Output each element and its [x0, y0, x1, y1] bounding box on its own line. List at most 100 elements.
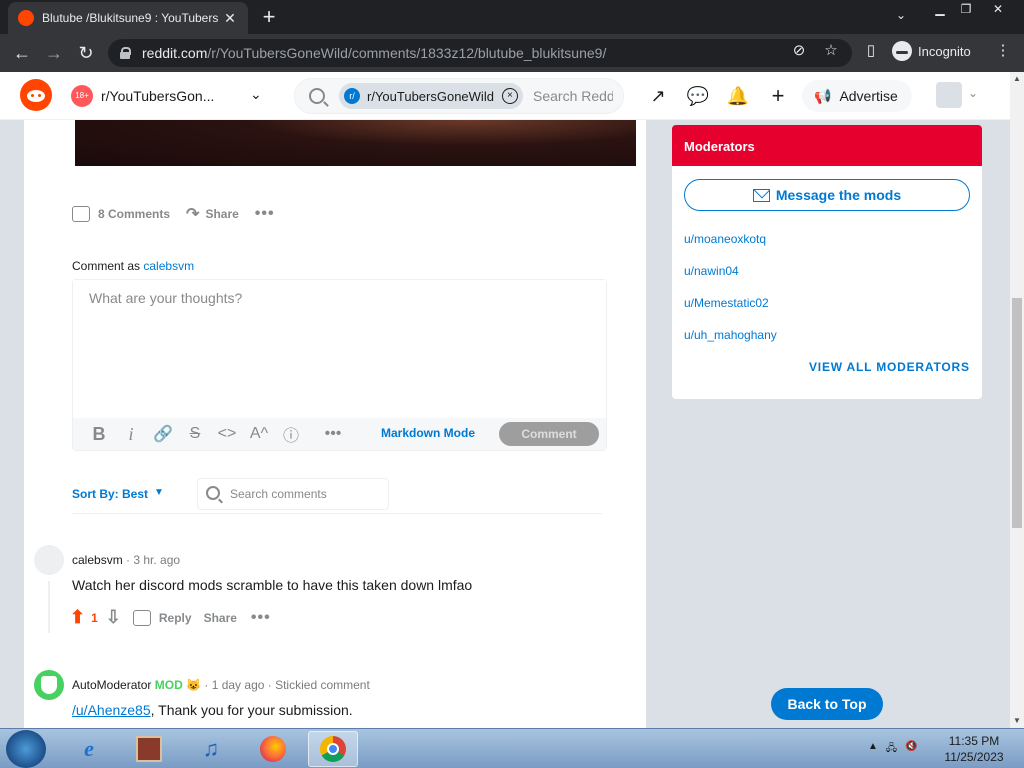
lock-icon [120, 47, 131, 59]
inline-code-icon[interactable]: <> [211, 425, 243, 443]
automoderator-avatar[interactable] [34, 670, 64, 700]
media-center-icon[interactable] [124, 731, 174, 767]
moderator-link[interactable]: u/nawin04 [684, 264, 739, 278]
comment-more-icon[interactable]: ••• [251, 609, 271, 627]
spoiler-icon[interactable]: ⓘ [275, 422, 307, 446]
share-label: Share [205, 207, 239, 221]
chrome-icon[interactable] [308, 731, 358, 767]
comment-meta: AutoModerator MOD 😺 · 1 day ago · Sticki… [72, 678, 370, 692]
address-bar[interactable]: reddit.com/r/YouTubersGoneWild/comments/… [108, 39, 852, 67]
comment-textarea[interactable] [73, 280, 606, 418]
strikethrough-icon[interactable]: S [179, 425, 211, 443]
comment-editor: B i 🔗 S <> A^ ⓘ ••• Markdown Mode Commen… [72, 279, 607, 451]
comments-button[interactable]: 8 Comments [72, 206, 170, 222]
scroll-down-icon[interactable]: ▼ [1010, 714, 1024, 728]
view-all-moderators-link[interactable]: VIEW ALL MODERATORS [809, 360, 970, 374]
moderators-title: Moderators [672, 125, 982, 166]
browser-menu-icon[interactable]: ⋮ [992, 41, 1014, 59]
side-panel-icon[interactable]: ▯ [860, 41, 882, 59]
reddit-logo-icon[interactable] [20, 79, 52, 111]
popular-arrow-icon[interactable]: ↗ [646, 84, 670, 108]
share-button[interactable]: ↷ Share [186, 204, 239, 224]
bookmark-star-icon[interactable]: ☆ [820, 41, 842, 59]
network-icon[interactable]: 🖧 [886, 741, 897, 758]
volume-muted-icon[interactable]: 🔇 [905, 741, 917, 758]
tab-search-chevron-icon[interactable]: ⌄ [896, 8, 906, 22]
subreddit-switcher[interactable]: r/YouTubersGon... [101, 88, 214, 104]
comment-author[interactable]: calebsvm [72, 553, 123, 567]
comment-item: calebsvm · 3 hr. ago Watch her discord m… [34, 545, 634, 645]
comment-as-username[interactable]: calebsvm [143, 259, 194, 273]
incognito-indicator[interactable]: Incognito [892, 41, 971, 61]
system-clock[interactable]: 11:35 PM 11/25/2023 [934, 733, 1014, 765]
page-scrollbar[interactable]: ▲ ▼ [1010, 72, 1024, 728]
chevron-down-icon[interactable]: ⌄ [250, 86, 262, 103]
italic-icon[interactable]: i [115, 424, 147, 445]
comment-item: AutoModerator MOD 😺 · 1 day ago · Sticki… [34, 670, 634, 728]
link-icon[interactable]: 🔗 [147, 424, 179, 444]
comment-submit-button[interactable]: Comment [499, 422, 599, 446]
bold-icon[interactable]: B [83, 424, 115, 445]
itunes-music-icon[interactable]: ♫ [186, 731, 236, 767]
advertise-button[interactable]: 📢 Advertise [802, 80, 912, 112]
new-tab-button[interactable]: + [258, 6, 280, 28]
superscript-icon[interactable]: A^ [243, 425, 275, 443]
create-post-plus-icon[interactable]: + [766, 84, 790, 108]
reply-button[interactable]: Reply [132, 609, 192, 626]
browser-tab[interactable]: Blutube /Blukitsune9 : YouTubers ✕ [8, 2, 248, 34]
scroll-up-icon[interactable]: ▲ [1010, 72, 1024, 86]
comment-search-input[interactable] [230, 487, 380, 501]
subreddit-r-icon: r/ [344, 88, 360, 104]
reply-label: Reply [158, 610, 192, 625]
sort-caret-icon[interactable]: ▼ [154, 487, 164, 498]
start-button-icon[interactable] [6, 730, 46, 768]
search-scope-chip[interactable]: r/ r/YouTubersGoneWild × [339, 83, 523, 109]
comment-time: 3 hr. ago [133, 553, 181, 567]
message-mods-button[interactable]: Message the mods [684, 179, 970, 211]
eye-slash-icon[interactable]: ⊘ [788, 41, 810, 59]
sort-dropdown[interactable]: Sort By: Best [72, 487, 148, 501]
editor-more-icon[interactable]: ••• [317, 425, 349, 443]
comment-bubble-icon [72, 206, 90, 222]
upvote-arrow-icon[interactable]: ⬆ [70, 607, 85, 628]
moderator-link[interactable]: u/Memestatic02 [684, 296, 769, 310]
search-bar[interactable]: r/ r/YouTubersGoneWild × [294, 78, 624, 114]
thread-line[interactable] [48, 581, 50, 633]
comments-count: 8 Comments [98, 207, 171, 221]
post-content: 8 Comments ↷ Share ••• Comment as calebs… [24, 120, 646, 728]
downvote-arrow-icon[interactable]: ⇩ [106, 607, 121, 628]
markdown-mode-button[interactable]: Markdown Mode [381, 426, 475, 440]
comment-author[interactable]: AutoModerator [72, 678, 151, 692]
firefox-icon[interactable] [248, 731, 298, 767]
search-input[interactable] [533, 88, 613, 104]
comment-body: Watch her discord mods scramble to have … [72, 577, 473, 593]
tab-title: Blutube /Blukitsune9 : YouTubers [42, 11, 219, 25]
minimize-icon[interactable]: ▁ [926, 0, 954, 20]
post-media[interactable] [75, 120, 636, 166]
moderator-link[interactable]: u/uh_mahoghany [684, 328, 777, 342]
clear-scope-icon[interactable]: × [501, 88, 518, 104]
comment-search[interactable] [197, 478, 389, 510]
moderator-link[interactable]: u/moaneoxkotq [684, 232, 766, 246]
editor-toolbar: B i 🔗 S <> A^ ⓘ ••• Markdown Mode Commen… [73, 418, 606, 450]
search-icon [309, 88, 325, 104]
window-close-icon[interactable]: ✕ [984, 0, 1012, 20]
user-mention-link[interactable]: /u/Ahenze85 [72, 702, 151, 718]
back-to-top-button[interactable]: Back to Top [771, 688, 883, 720]
comment-share-button[interactable]: Share [204, 611, 237, 625]
internet-explorer-icon[interactable]: e [64, 731, 114, 767]
forward-arrow-icon[interactable]: → [42, 41, 66, 65]
notification-bell-icon[interactable]: 🔔 [726, 84, 750, 108]
back-arrow-icon[interactable]: ← [10, 41, 34, 65]
tray-expand-icon[interactable]: ▲ [868, 741, 878, 758]
reload-icon[interactable]: ↻ [74, 41, 98, 65]
tab-close-icon[interactable]: ✕ [222, 10, 238, 26]
more-options-icon[interactable]: ••• [255, 205, 275, 223]
chat-icon[interactable]: 💬 [686, 84, 710, 108]
comment-body: /u/Ahenze85, Thank you for your submissi… [72, 702, 353, 718]
scrollbar-thumb[interactable] [1012, 298, 1022, 528]
user-menu-chevron-icon[interactable]: ⌄ [968, 86, 978, 100]
restore-icon[interactable]: ❐ [952, 0, 980, 20]
user-avatar[interactable] [936, 82, 962, 108]
avatar[interactable] [34, 545, 64, 575]
